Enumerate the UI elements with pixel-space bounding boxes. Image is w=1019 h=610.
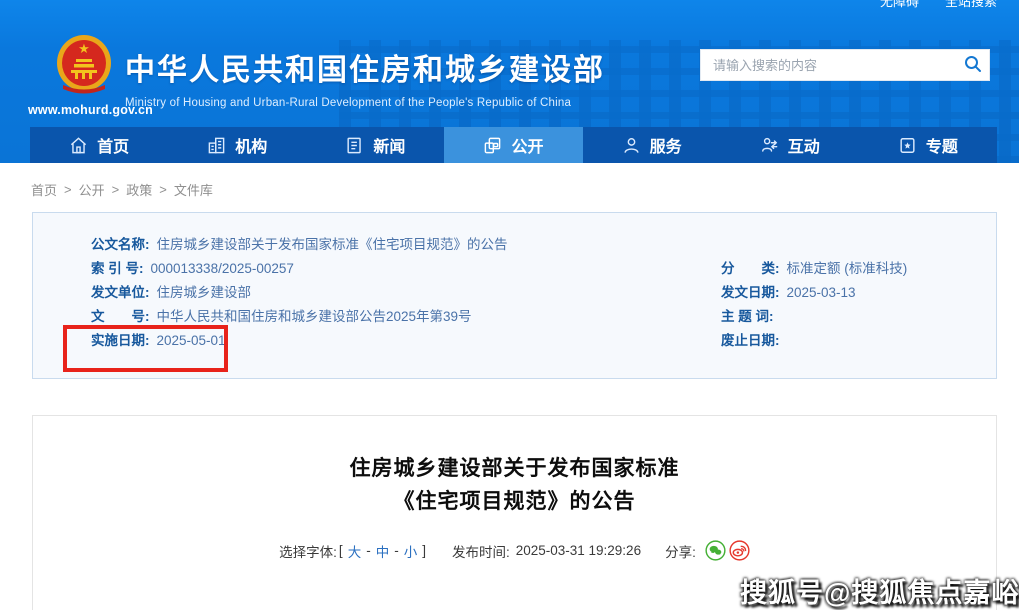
meta-row-issuing-unit: 发文单位: 住房城乡建设部 (91, 281, 508, 305)
svg-text:★: ★ (78, 41, 90, 56)
breadcrumb-policy[interactable]: 政策 (126, 180, 152, 199)
site-search-link[interactable]: 全站搜索 (945, 0, 997, 10)
bracket-close: ] (422, 543, 426, 558)
meta-label: 主 题 词: (721, 309, 774, 324)
meta-value: 住房城乡建设部关于发布国家标准《住宅项目规范》的公告 (157, 237, 508, 252)
nav-item-disclosure[interactable]: 公开 (444, 127, 582, 163)
font-size-medium-link[interactable]: 中 (376, 541, 390, 561)
meta-value: 2025-05-01 (157, 333, 226, 348)
search-input[interactable] (701, 50, 957, 80)
meta-label: 分 类: (721, 261, 780, 276)
topbar: 无障碍 全站搜索 (880, 0, 997, 10)
meta-label: 公文名称: (91, 237, 150, 252)
organization-icon (207, 136, 226, 155)
meta-label: 索 引 号: (91, 261, 144, 276)
breadcrumb-separator: > (112, 182, 120, 197)
meta-row-doc-number: 文 号: 中华人民共和国住房和城乡建设部公告2025年第39号 (91, 305, 508, 329)
main-nav: 首页 机构 新闻 公开 (30, 127, 997, 163)
meta-row-index-number: 索 引 号: 000013338/2025-00257 (91, 257, 508, 281)
article-title-line1: 住房城乡建设部关于发布国家标准 (33, 452, 996, 485)
meta-value: 标准定额 (标准科技) (787, 261, 908, 276)
nav-label: 首页 (97, 133, 129, 157)
meta-value: 中华人民共和国住房和城乡建设部公告2025年第39号 (157, 309, 472, 324)
service-icon (622, 136, 641, 155)
search-icon (963, 54, 983, 77)
page: 无障碍 全站搜索 ★ www.mohurd.gov.cn (0, 0, 1019, 610)
nav-label: 公开 (511, 133, 543, 157)
font-size-separator: - (394, 543, 399, 558)
search-button[interactable] (957, 50, 989, 80)
nav-item-topics[interactable]: 专题 (859, 127, 997, 163)
national-emblem-icon: ★ (55, 82, 113, 99)
wechat-share-icon[interactable] (705, 540, 726, 561)
meta-value: 住房城乡建设部 (157, 285, 252, 300)
nav-item-interact[interactable]: 互动 (721, 127, 859, 163)
topics-icon (898, 136, 917, 155)
meta-label: 发文日期: (721, 285, 780, 300)
meta-row-implementation-date: 实施日期: 2025-05-01 (91, 329, 508, 353)
meta-value: 2025-03-13 (787, 285, 856, 300)
nav-label: 互动 (788, 133, 820, 157)
nav-item-organization[interactable]: 机构 (168, 127, 306, 163)
breadcrumb-separator: > (159, 182, 167, 197)
article-meta-row: 选择字体: [大-中-小] 发布时间: 2025-03-31 19:29:26 … (33, 540, 996, 561)
font-size-separator: - (366, 543, 371, 558)
share-label: 分享: (665, 541, 696, 561)
doc-meta-right-column: 分 类: 标准定额 (标准科技) 发文日期: 2025-03-13 主 题 词: 废… (721, 257, 907, 353)
publish-time-label: 发布时间: (452, 541, 510, 561)
accessibility-link[interactable]: 无障碍 (880, 0, 919, 10)
article-title: 住房城乡建设部关于发布国家标准 《住宅项目规范》的公告 (33, 452, 996, 518)
font-select-label: 选择字体: (279, 541, 337, 561)
nav-item-news[interactable]: 新闻 (306, 127, 444, 163)
meta-row-doc-name: 公文名称: 住房城乡建设部关于发布国家标准《住宅项目规范》的公告 (91, 233, 508, 257)
doc-meta-panel: 公文名称: 住房城乡建设部关于发布国家标准《住宅项目规范》的公告 索 引 号: 00… (32, 212, 997, 379)
site-url: www.mohurd.gov.cn (28, 103, 140, 117)
nav-label: 服务 (650, 133, 682, 157)
nav-label: 专题 (926, 133, 958, 157)
title-block: 中华人民共和国住房和城乡建设部 Ministry of Housing and … (125, 45, 605, 109)
meta-label: 发文单位: (91, 285, 150, 300)
home-icon (69, 136, 88, 155)
breadcrumb: 首页 > 公开 > 政策 > 文件库 (31, 180, 213, 199)
font-size-large-link[interactable]: 大 (348, 541, 362, 561)
disclosure-icon (483, 136, 502, 155)
publish-time-value: 2025-03-31 19:29:26 (516, 543, 641, 558)
font-size-small-link[interactable]: 小 (404, 541, 418, 561)
doc-meta-left-column: 公文名称: 住房城乡建设部关于发布国家标准《住宅项目规范》的公告 索 引 号: 00… (91, 233, 508, 353)
nav-item-home[interactable]: 首页 (30, 127, 168, 163)
meta-row-repeal-date: 废止日期: (721, 329, 907, 353)
news-icon (345, 136, 364, 155)
breadcrumb-disclosure[interactable]: 公开 (79, 180, 105, 199)
nav-label: 机构 (235, 133, 267, 157)
interact-icon (760, 136, 779, 155)
search-box (700, 49, 990, 81)
emblem-block: ★ www.mohurd.gov.cn (28, 33, 140, 117)
breadcrumb-home[interactable]: 首页 (31, 180, 57, 199)
meta-row-issue-date: 发文日期: 2025-03-13 (721, 281, 907, 305)
meta-row-subject-words: 主 题 词: (721, 305, 907, 329)
bracket-open: [ (339, 543, 343, 558)
meta-value: 000013338/2025-00257 (151, 261, 294, 276)
site-subtitle: Ministry of Housing and Urban-Rural Deve… (125, 97, 605, 109)
weibo-share-icon[interactable] (729, 540, 750, 561)
sohu-watermark: 搜狐号@搜狐焦点嘉峪关站 (740, 571, 1019, 610)
breadcrumb-separator: > (64, 182, 72, 197)
meta-label: 实施日期: (91, 333, 150, 348)
nav-item-service[interactable]: 服务 (583, 127, 721, 163)
breadcrumb-library: 文件库 (174, 180, 213, 199)
meta-label: 文 号: (91, 309, 150, 324)
meta-label: 废止日期: (721, 333, 780, 348)
meta-row-category: 分 类: 标准定额 (标准科技) (721, 257, 907, 281)
nav-label: 新闻 (373, 133, 405, 157)
site-title: 中华人民共和国住房和城乡建设部 (125, 45, 605, 89)
article-title-line2: 《住宅项目规范》的公告 (33, 485, 996, 518)
